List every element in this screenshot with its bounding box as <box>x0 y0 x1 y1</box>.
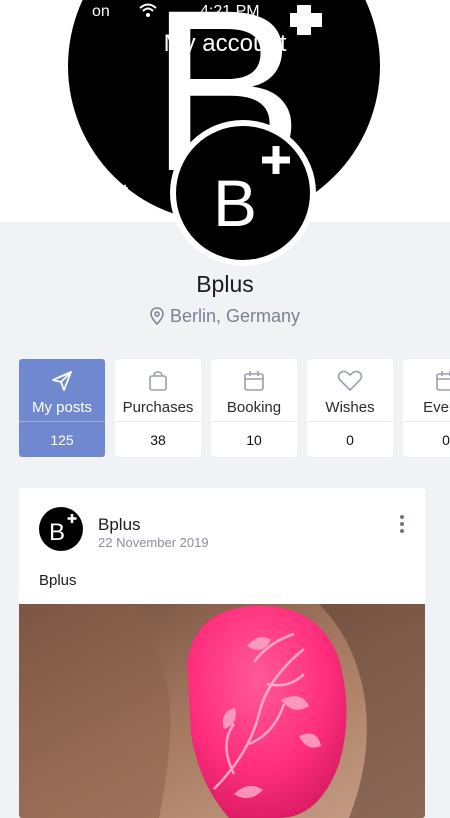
svg-text:B: B <box>49 519 65 546</box>
edit-icon[interactable] <box>348 183 370 210</box>
send-icon <box>19 369 105 393</box>
calendar-icon <box>403 369 450 393</box>
tab-my-posts[interactable]: My posts 125 <box>19 359 105 457</box>
status-bar: on 4:21 PM <box>0 0 450 26</box>
calendar-icon <box>211 369 297 393</box>
svg-text:B: B <box>213 166 257 240</box>
tab-label: Purchases <box>122 399 194 416</box>
post-author-avatar[interactable]: B <box>39 507 83 551</box>
more-options-icon[interactable] <box>397 514 407 534</box>
tab-label: Events <box>423 399 450 416</box>
page-title: My account <box>163 30 287 57</box>
tab-wishes[interactable]: Wishes 0 <box>307 359 393 457</box>
tab-label: Wishes <box>325 399 375 416</box>
post-card[interactable]: B Bplus 22 November 2019 Bplus <box>19 488 425 818</box>
avatar[interactable]: B <box>170 120 316 266</box>
brand-logo-icon: B <box>49 514 77 546</box>
brand-logo-icon: B <box>213 146 290 240</box>
tab-purchases[interactable]: Purchases 38 <box>115 359 201 457</box>
location-pin-icon <box>150 307 164 326</box>
tab-label: My posts <box>31 399 92 416</box>
tab-count: 0 <box>403 421 450 457</box>
tab-count: 38 <box>115 421 201 458</box>
clock-label: 4:21 PM <box>200 3 260 20</box>
carrier-label: on <box>92 3 110 20</box>
location-text: Berlin, Germany <box>169 306 301 326</box>
profile-location: Berlin, Germany <box>0 306 450 327</box>
post-author-name[interactable]: Bplus <box>98 515 141 535</box>
tab-count: 0 <box>307 421 393 458</box>
wifi-icon <box>139 3 157 22</box>
bag-icon <box>115 369 201 393</box>
profile-name: Bplus <box>196 271 254 297</box>
logout-button[interactable]: Log out <box>62 181 128 202</box>
post-image[interactable] <box>19 604 425 818</box>
post-date: 22 November 2019 <box>98 535 209 550</box>
avatar-logo: B <box>176 126 310 260</box>
heart-icon <box>307 369 393 393</box>
tab-count: 125 <box>19 421 105 458</box>
tab-events[interactable]: Events 0 <box>403 359 450 457</box>
tab-count: 10 <box>211 421 297 458</box>
tab-booking[interactable]: Booking 10 <box>211 359 297 457</box>
nail-art-photo <box>19 604 425 818</box>
tab-label: Booking <box>226 399 282 416</box>
post-text: Bplus <box>39 572 77 589</box>
